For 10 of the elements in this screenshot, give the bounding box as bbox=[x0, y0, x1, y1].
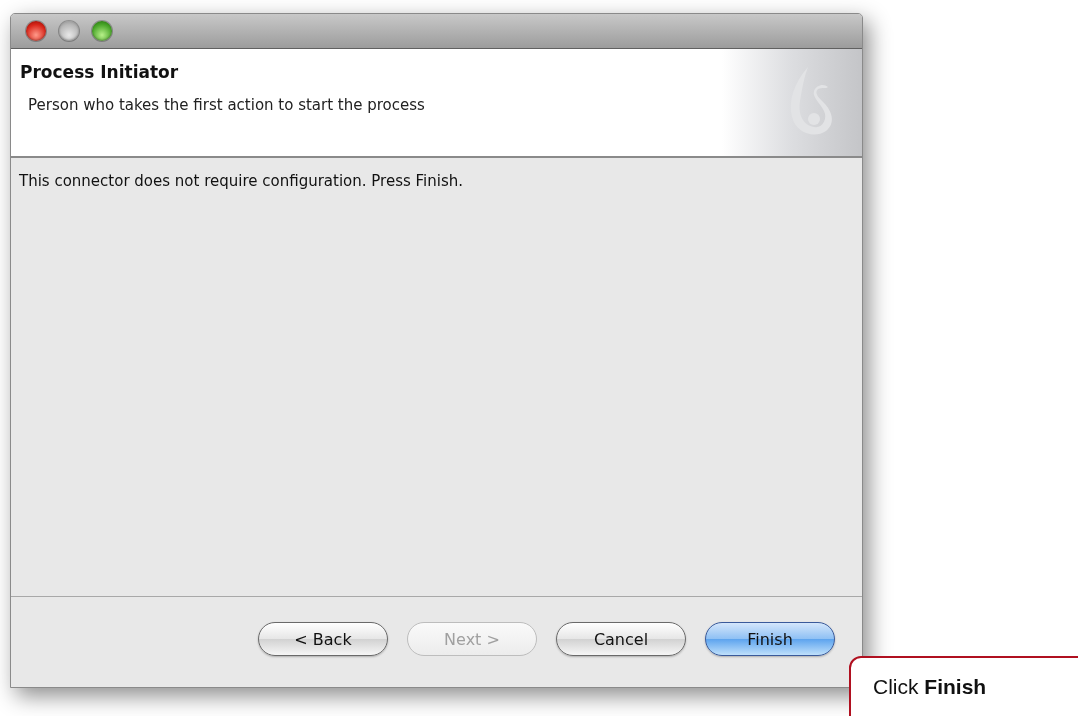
wizard-button[interactable]: Cancel bbox=[556, 622, 686, 656]
callout-text: Click Finish bbox=[873, 675, 987, 698]
page-title: Process Initiator bbox=[20, 62, 180, 82]
close-button[interactable] bbox=[26, 21, 46, 41]
zoom-button[interactable] bbox=[92, 21, 112, 41]
page-description: Person who takes the first action to start the process bbox=[28, 96, 426, 114]
minimize-button[interactable] bbox=[59, 21, 79, 41]
wizard-button[interactable]: Finish bbox=[705, 622, 835, 656]
wizard-button[interactable]: < Back bbox=[258, 622, 388, 656]
info-message: This connector does not require configuration. Press Finish. bbox=[18, 171, 465, 190]
